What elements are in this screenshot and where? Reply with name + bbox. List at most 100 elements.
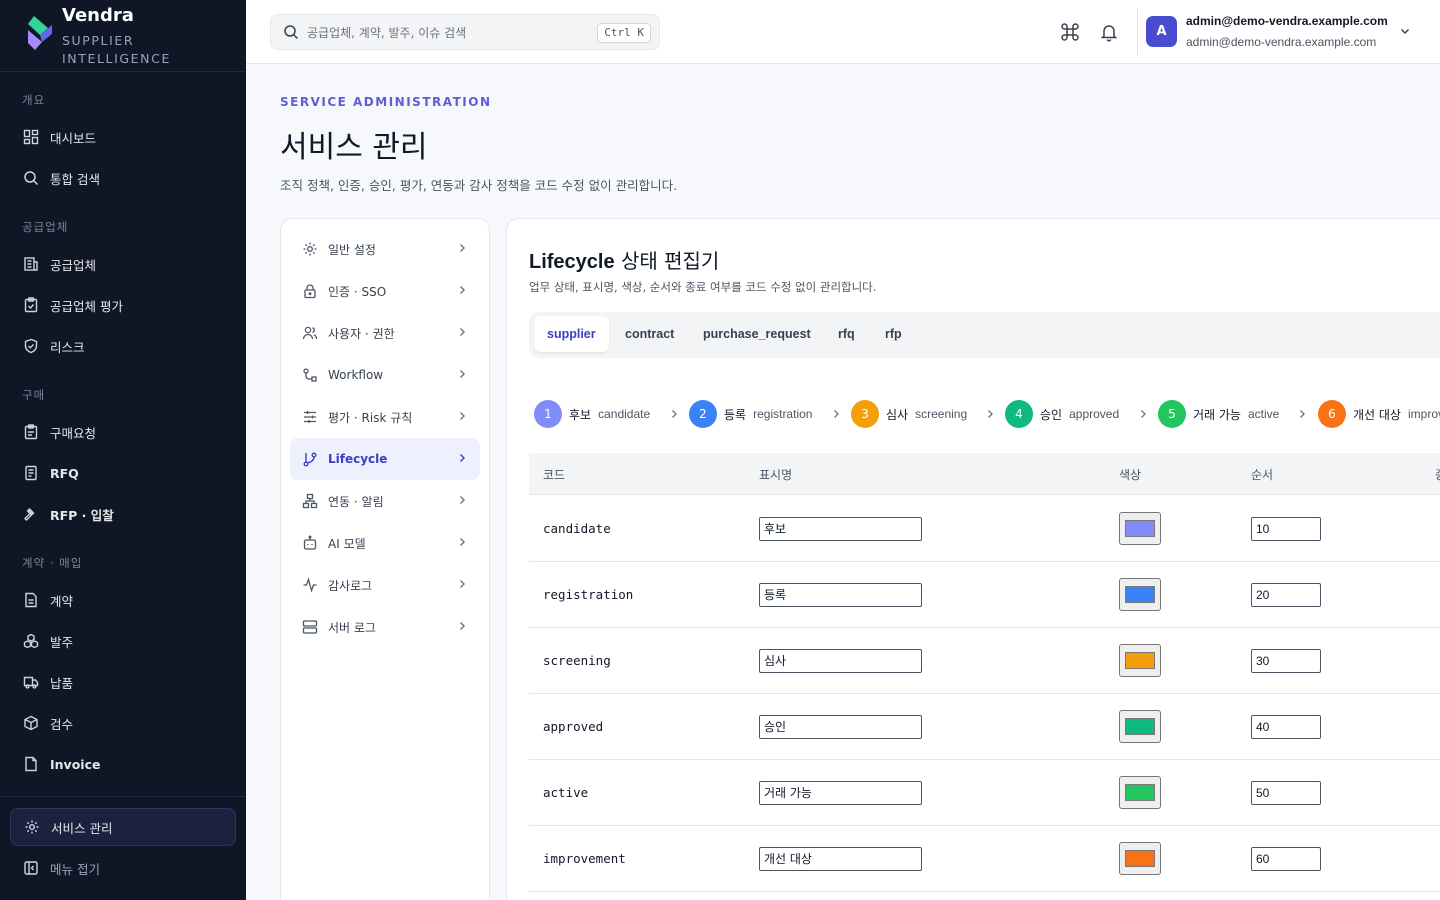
sidebar-item-rfq[interactable]: RFQ xyxy=(10,454,236,492)
user-name[interactable]: admin@demo-vendra.example.com xyxy=(1186,14,1388,28)
lifecycle-step: 4 승인 approved xyxy=(1005,399,1119,429)
search-placeholder: 공급업체, 계약, 발주, 이슈 검색 xyxy=(307,25,467,40)
order-input[interactable]: 50 xyxy=(1251,781,1321,805)
step-label-ko: 승인 xyxy=(1040,407,1063,422)
settings-item-evaluation-risk[interactable]: 평가 · Risk 규칙 xyxy=(290,396,480,438)
brand: Vendra SUPPLIER INTELLIGENCE xyxy=(0,0,246,72)
order-input[interactable]: 30 xyxy=(1251,649,1321,673)
page-title: 서비스 관리 xyxy=(280,130,428,165)
tab-rfq[interactable]: rfq xyxy=(825,316,868,352)
color-picker[interactable] xyxy=(1119,776,1161,809)
display-name-input[interactable]: 거래 가능 xyxy=(759,781,922,805)
display-name-input[interactable]: 등록 xyxy=(759,583,922,607)
collapse-menu-button[interactable]: 메뉴 접기 xyxy=(10,849,236,887)
sidebar-item-label: 대시보드 xyxy=(50,130,97,146)
display-name-input[interactable]: 개선 대상 xyxy=(759,847,922,871)
order-input[interactable]: 20 xyxy=(1251,583,1321,607)
sidebar-item-label: RFP · 입찰 xyxy=(50,507,114,523)
brand-name: Vendra xyxy=(62,5,134,26)
bell-icon[interactable] xyxy=(1099,22,1119,42)
sidebar-item-risk[interactable]: 리스크 xyxy=(10,327,236,365)
settings-item-integrations[interactable]: 연동 · 알림 xyxy=(290,480,480,522)
sidebar-item-delivery[interactable]: 납품 xyxy=(10,663,236,701)
order-input[interactable]: 60 xyxy=(1251,847,1321,871)
user-email: admin@demo-vendra.example.com xyxy=(1186,35,1377,49)
vendra-logo-icon xyxy=(28,16,52,50)
sidebar-item-supplier-evaluation[interactable]: 공급업체 평가 xyxy=(10,286,236,324)
column-header-code: 코드 xyxy=(543,468,566,482)
color-picker[interactable] xyxy=(1119,644,1161,677)
gear-icon xyxy=(23,818,41,836)
settings-item-auth-sso[interactable]: 인증 · SSO xyxy=(290,270,480,312)
boxes-icon xyxy=(22,632,40,650)
status-code: candidate xyxy=(543,521,611,536)
chevron-right-icon xyxy=(460,328,465,336)
settings-item-label: 사용자 · 권한 xyxy=(328,326,395,341)
settings-item-general[interactable]: 일반 설정 xyxy=(290,228,480,270)
gear-icon xyxy=(302,241,318,257)
editor-description: 업무 상태, 표시명, 색상, 순서와 종료 여부를 코드 수정 없이 관리합니… xyxy=(529,280,877,294)
lifecycle-step: 3 심사 screening xyxy=(851,399,967,429)
settings-item-audit-log[interactable]: 감사로그 xyxy=(290,564,480,606)
search-icon xyxy=(22,169,40,187)
status-table-header: 코드 표시명 색상 순서 종료 xyxy=(529,453,1440,495)
workflow-icon xyxy=(302,367,318,383)
collapse-menu-label: 메뉴 접기 xyxy=(50,861,100,877)
chevron-right-icon xyxy=(834,410,839,418)
color-picker[interactable] xyxy=(1119,512,1161,545)
order-input[interactable]: 40 xyxy=(1251,715,1321,739)
column-header-name: 표시명 xyxy=(759,468,793,482)
avatar[interactable]: A xyxy=(1146,16,1177,47)
sidebar-item-inspection[interactable]: 검수 xyxy=(10,704,236,742)
color-picker[interactable] xyxy=(1119,710,1161,743)
color-picker[interactable] xyxy=(1119,842,1161,875)
order-input[interactable]: 10 xyxy=(1251,517,1321,541)
step-label-en: approved xyxy=(1069,407,1120,421)
sidebar-divider xyxy=(0,796,246,797)
chevron-right-icon xyxy=(988,410,993,418)
lock-icon xyxy=(302,283,318,299)
step-number: 6 xyxy=(1318,400,1346,428)
bot-icon xyxy=(302,535,318,551)
sidebar-item-contracts[interactable]: 계약 xyxy=(10,581,236,619)
shortcut-badge: Ctrl K xyxy=(597,23,651,43)
display-name-input[interactable]: 승인 xyxy=(759,715,922,739)
sidebar-item-search[interactable]: 통합 검색 xyxy=(10,159,236,197)
sidebar-item-invoice[interactable]: Invoice xyxy=(10,745,236,783)
table-row: improvement 개선 대상 60 xyxy=(529,826,1440,892)
tab-contract[interactable]: contract xyxy=(612,316,687,352)
network-icon xyxy=(302,493,318,509)
color-swatch xyxy=(1125,784,1155,801)
sidebar-item-rfp[interactable]: RFP · 입찰 xyxy=(10,495,236,533)
sidebar-item-service-admin[interactable]: 서비스 관리 xyxy=(10,808,236,846)
sidebar-item-label: 발주 xyxy=(50,634,74,650)
settings-item-users[interactable]: 사용자 · 권한 xyxy=(290,312,480,354)
settings-item-server-log[interactable]: 서버 로그 xyxy=(290,606,480,648)
chevron-right-icon xyxy=(460,370,465,378)
sidebar-item-purchase-request[interactable]: 구매요청 xyxy=(10,413,236,451)
sidebar-item-label: 공급업체 xyxy=(50,257,97,273)
settings-item-label: 인증 · SSO xyxy=(328,284,387,299)
sidebar-item-label: 계약 xyxy=(50,593,74,609)
color-picker[interactable] xyxy=(1119,578,1161,611)
chevron-down-icon[interactable] xyxy=(1398,24,1412,38)
tab-supplier[interactable]: supplier xyxy=(534,316,609,352)
global-search-input[interactable]: 공급업체, 계약, 발주, 이슈 검색 Ctrl K xyxy=(270,14,660,50)
table-row: registration 등록 20 xyxy=(529,562,1440,628)
sidebar-item-label: 공급업체 평가 xyxy=(50,298,123,314)
tab-purchase-request[interactable]: purchase_request xyxy=(690,316,824,352)
sidebar-item-suppliers[interactable]: 공급업체 xyxy=(10,245,236,283)
sidebar-item-dashboard[interactable]: 대시보드 xyxy=(10,118,236,156)
step-label-ko: 거래 가능 xyxy=(1193,407,1241,422)
display-name-input[interactable]: 후보 xyxy=(759,517,922,541)
settings-item-lifecycle[interactable]: Lifecycle xyxy=(290,438,480,480)
settings-item-workflow[interactable]: Workflow xyxy=(290,354,480,396)
display-name-input[interactable]: 심사 xyxy=(759,649,922,673)
shield-icon xyxy=(22,337,40,355)
command-icon[interactable] xyxy=(1060,22,1080,42)
step-number: 2 xyxy=(689,400,717,428)
sidebar-item-orders[interactable]: 발주 xyxy=(10,622,236,660)
tab-rfp[interactable]: rfp xyxy=(872,316,915,352)
table-row: screening 심사 30 xyxy=(529,628,1440,694)
settings-item-ai-model[interactable]: AI 모델 xyxy=(290,522,480,564)
